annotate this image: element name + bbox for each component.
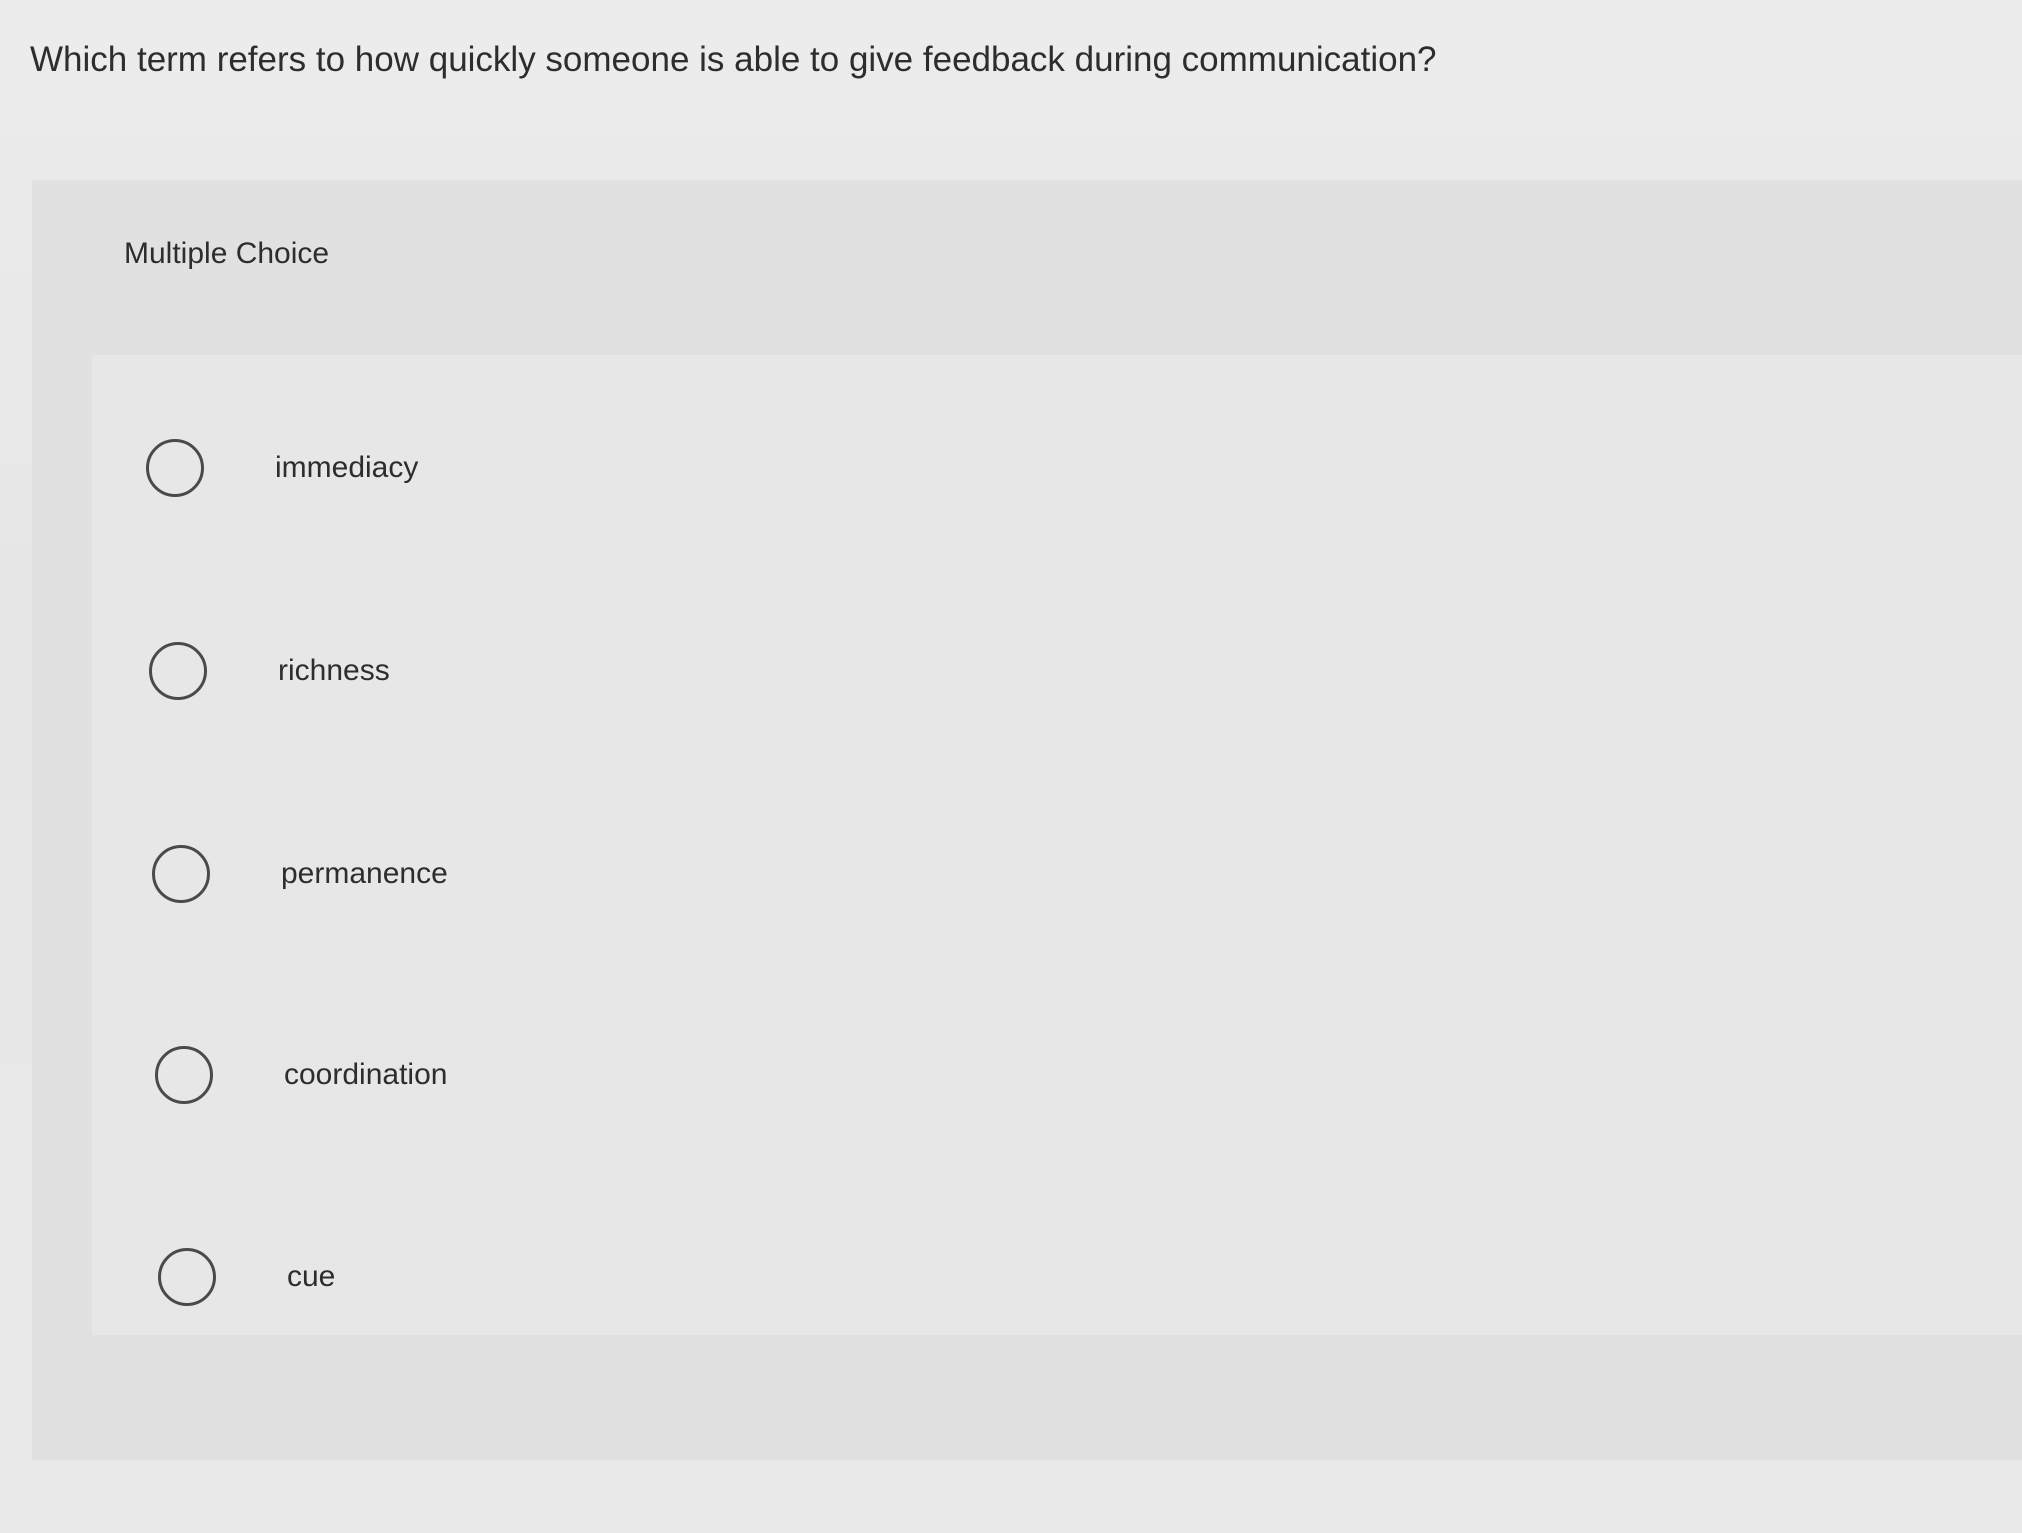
option-cue[interactable]: cue [92,1184,2022,1344]
option-permanence[interactable]: permanence [92,781,2022,941]
option-immediacy[interactable]: immediacy [92,375,2022,535]
radio-button[interactable] [158,1248,216,1306]
option-label[interactable]: coordination [284,1042,447,1108]
question-type-label: Multiple Choice [124,237,330,270]
question-text: Which term refers to how quickly someone… [30,40,1437,79]
option-label[interactable]: permanence [281,841,448,907]
option-label[interactable]: richness [278,638,390,704]
radio-button[interactable] [146,439,204,497]
radio-button[interactable] [149,642,207,700]
radio-button[interactable] [155,1046,213,1104]
option-richness[interactable]: richness [92,578,2022,738]
answer-options: immediacy richness permanence coordinati… [92,355,2022,1335]
radio-button[interactable] [152,845,210,903]
option-coordination[interactable]: coordination [92,982,2022,1142]
option-label[interactable]: immediacy [275,435,418,501]
option-label[interactable]: cue [287,1244,335,1310]
